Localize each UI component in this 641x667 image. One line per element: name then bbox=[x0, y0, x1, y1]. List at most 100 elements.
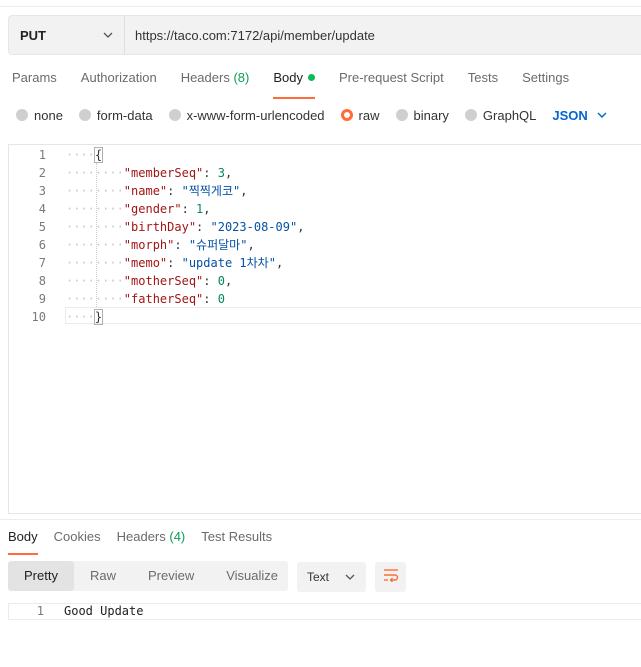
tab-tests[interactable]: Tests bbox=[468, 70, 498, 96]
radio-label: x-www-form-urlencoded bbox=[186, 107, 325, 123]
tab-label: Headers bbox=[180, 70, 230, 85]
code-line: 3 ········"name": "찍찍게코", bbox=[9, 182, 641, 200]
radio-raw[interactable]: raw bbox=[340, 108, 380, 123]
json-value: 0 bbox=[217, 274, 225, 288]
wrap-lines-button[interactable] bbox=[375, 562, 406, 592]
whitespace-marker: ········ bbox=[66, 238, 124, 252]
json-value: "찍찍게코" bbox=[181, 184, 241, 198]
json-key: "fatherSeq" bbox=[123, 292, 204, 306]
radio-label: binary bbox=[413, 107, 449, 123]
radio-binary[interactable]: binary bbox=[395, 107, 449, 123]
tab-params[interactable]: Params bbox=[12, 70, 57, 96]
radio-circle bbox=[78, 109, 91, 121]
comma: , bbox=[240, 184, 248, 198]
comma: , bbox=[224, 166, 233, 180]
code-text: ····{ bbox=[66, 146, 104, 164]
line-number: 4 bbox=[38, 202, 46, 216]
json-key: "memo" bbox=[123, 256, 168, 270]
json-key: "birthDay" bbox=[123, 220, 197, 234]
colon: : bbox=[203, 292, 218, 306]
tab-test-results[interactable]: Test Results bbox=[201, 529, 272, 551]
radio-circle-selected bbox=[340, 109, 353, 121]
code-line: 2 ········"memberSeq": 3, bbox=[9, 164, 641, 182]
radio-form-data[interactable]: form-data bbox=[78, 107, 153, 123]
tab-label: Body bbox=[273, 70, 303, 85]
tab-response-headers[interactable]: Headers (4) bbox=[117, 529, 186, 551]
response-format-label: Text bbox=[307, 570, 330, 584]
json-value: "슈퍼달마" bbox=[188, 238, 248, 252]
response-format-select[interactable]: Text bbox=[297, 562, 366, 592]
chevron-down-icon bbox=[596, 109, 608, 121]
radio-label: form-data bbox=[96, 107, 153, 123]
comma: , bbox=[297, 220, 305, 234]
radio-circle bbox=[395, 109, 408, 121]
tab-response-body[interactable]: Body bbox=[8, 529, 38, 555]
view-raw-button[interactable]: Raw bbox=[74, 561, 132, 591]
wrap-icon bbox=[383, 568, 399, 587]
code-line: 6 ········"morph": "슈퍼달마", bbox=[9, 236, 641, 254]
tab-settings[interactable]: Settings bbox=[522, 70, 569, 96]
tab-label: Tests bbox=[467, 70, 499, 85]
json-key: "gender" bbox=[123, 202, 182, 216]
json-value: 3 bbox=[217, 166, 225, 180]
view-visualize-button[interactable]: Visualize bbox=[210, 561, 294, 591]
colon: : bbox=[203, 274, 218, 288]
radio-none[interactable]: none bbox=[16, 108, 63, 123]
code-text: ········"morph": "슈퍼달마", bbox=[66, 236, 255, 254]
json-value: "update 1차차" bbox=[181, 256, 276, 270]
colon: : bbox=[167, 184, 182, 198]
response-text: Good Update bbox=[64, 604, 144, 618]
line-number: 1 bbox=[36, 604, 44, 618]
json-key: "motherSeq" bbox=[123, 274, 204, 288]
radio-circle bbox=[16, 109, 28, 121]
json-key: "memberSeq" bbox=[123, 166, 204, 180]
brace: { bbox=[93, 147, 104, 163]
line-number: 5 bbox=[38, 220, 46, 234]
code-text: ········"fatherSeq": 0 bbox=[66, 290, 225, 308]
code-line: 4 ········"gender": 1, bbox=[9, 200, 641, 218]
tab-authorization[interactable]: Authorization bbox=[81, 70, 157, 96]
method-label: PUT bbox=[20, 27, 46, 43]
top-divider bbox=[0, 6, 641, 7]
code-line: 10 ····} bbox=[9, 308, 641, 326]
radio-graphql[interactable]: GraphQL bbox=[464, 107, 537, 123]
comma: , bbox=[224, 274, 233, 288]
code-text: ····} bbox=[66, 308, 104, 326]
body-code-editor[interactable]: 1 ····{2 ········"memberSeq": 3, 3 ········"… bbox=[8, 144, 641, 514]
radio-urlencoded[interactable]: x-www-form-urlencoded bbox=[168, 107, 325, 123]
url-input[interactable]: https://taco.com:7172/api/member/update bbox=[125, 28, 641, 43]
whitespace-marker: ········ bbox=[66, 220, 124, 234]
response-tabs: Body Cookies Headers (4) Test Results bbox=[0, 529, 280, 555]
view-preview-button[interactable]: Preview bbox=[132, 561, 210, 591]
line-number: 3 bbox=[38, 184, 46, 198]
code-text: ········"gender": 1, bbox=[66, 200, 211, 218]
headers-count: (8) bbox=[233, 70, 250, 85]
tab-body[interactable]: Body bbox=[273, 70, 315, 99]
code-line: 8 ········"motherSeq": 0, bbox=[9, 272, 641, 290]
radio-circle bbox=[464, 109, 477, 121]
headers-count: (4) bbox=[169, 529, 186, 544]
radio-circle bbox=[168, 109, 181, 121]
response-viewer[interactable]: 1 Good Update bbox=[8, 603, 641, 620]
view-pretty-button[interactable]: Pretty bbox=[8, 561, 74, 591]
colon: : bbox=[196, 220, 211, 234]
radio-label: GraphQL bbox=[482, 107, 537, 123]
code-text: ········"memo": "update 1차차", bbox=[66, 254, 283, 272]
format-select[interactable]: JSON bbox=[552, 108, 607, 123]
line-number: 2 bbox=[38, 166, 46, 180]
code-line: 1 ····{ bbox=[9, 146, 641, 164]
method-select[interactable]: PUT bbox=[9, 16, 125, 54]
line-number: 9 bbox=[38, 292, 46, 306]
json-value: "2023-08-09" bbox=[210, 220, 298, 234]
tab-pre-request-script[interactable]: Pre-request Script bbox=[339, 70, 444, 96]
line-number: 8 bbox=[38, 274, 46, 288]
whitespace-marker: ···· bbox=[66, 148, 95, 162]
whitespace-marker: ···· bbox=[66, 310, 95, 324]
tab-cookies[interactable]: Cookies bbox=[54, 529, 101, 551]
whitespace-marker: ········ bbox=[66, 292, 124, 306]
comma: , bbox=[203, 202, 211, 216]
request-bar: PUT https://taco.com:7172/api/member/upd… bbox=[8, 15, 641, 55]
json-key: "name" bbox=[123, 184, 168, 198]
code-text: ········"motherSeq": 0, bbox=[66, 272, 232, 290]
tab-headers[interactable]: Headers (8) bbox=[181, 70, 250, 96]
